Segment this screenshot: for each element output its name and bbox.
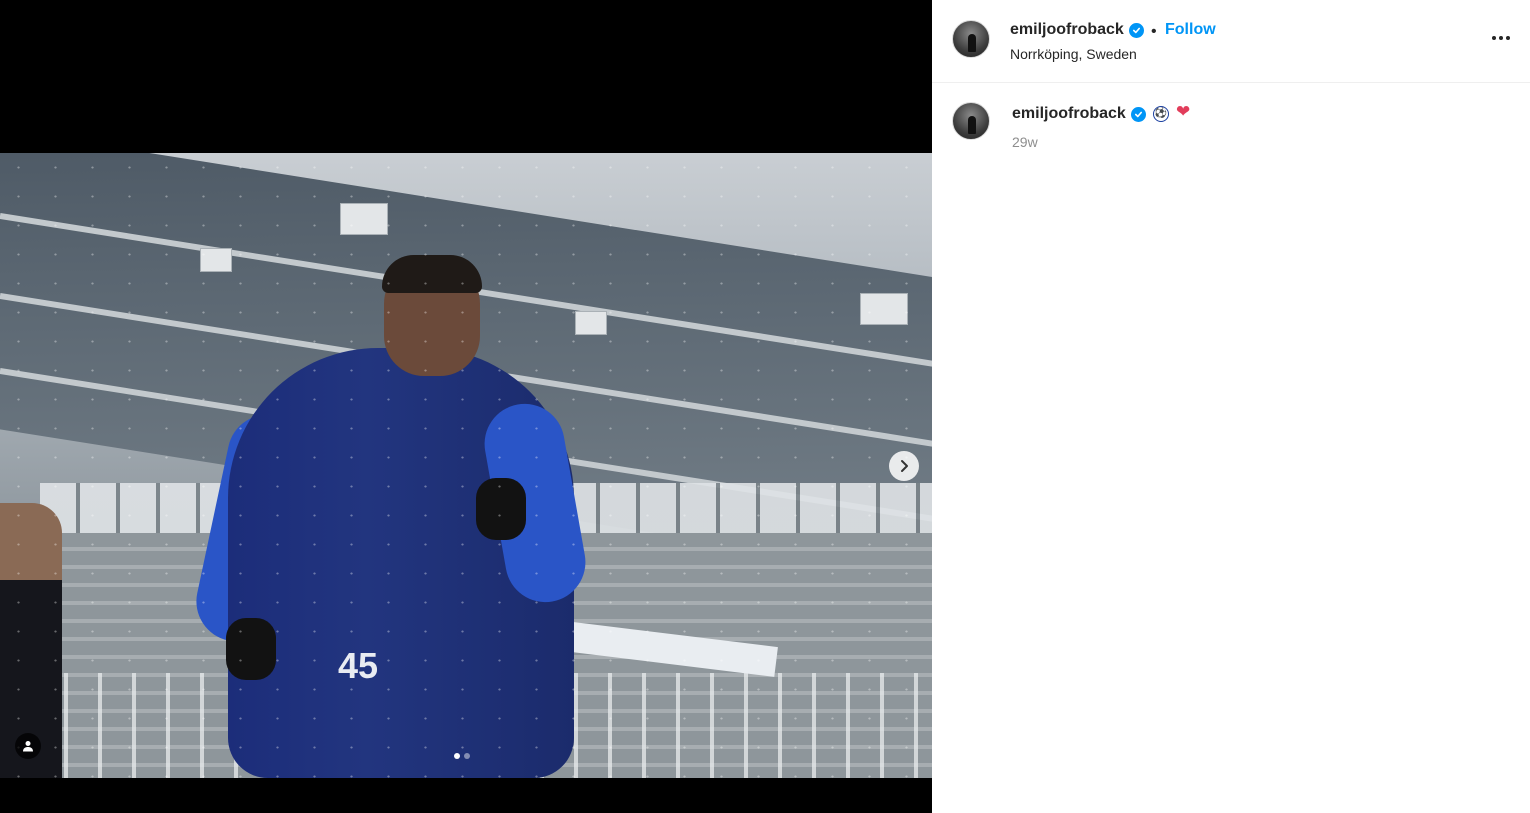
verified-badge-icon (1129, 23, 1144, 38)
carousel-indicators (454, 753, 470, 759)
post-location[interactable]: Norrköping, Sweden (1010, 46, 1137, 62)
more-options-icon (1499, 36, 1503, 40)
user-tag-icon (23, 741, 33, 752)
post-timestamp[interactable]: 29w (1012, 134, 1038, 150)
more-options-icon (1492, 36, 1496, 40)
post-author-username[interactable]: emiljoofroback (1010, 21, 1124, 39)
more-options-button[interactable] (1487, 26, 1515, 50)
verified-badge-icon (1131, 107, 1146, 122)
chevron-right-icon (901, 460, 908, 472)
user-tag-button[interactable] (15, 733, 41, 759)
heart-emoji: ❤ (1176, 102, 1191, 121)
post-side-panel: emiljoofroback • Follow Norrköping, Swed… (932, 0, 1530, 813)
separator-dot: • (1151, 23, 1157, 40)
post-media-panel: 45 (0, 0, 932, 813)
avatar[interactable] (952, 20, 990, 58)
more-options-icon (1506, 36, 1510, 40)
snow-overlay (0, 153, 932, 778)
carousel-dot (464, 753, 470, 759)
caption-avatar[interactable] (952, 102, 990, 140)
soccer-ball-emoji: ⚽ (1153, 106, 1169, 122)
post-photo[interactable]: 45 (0, 153, 932, 778)
next-image-button[interactable] (889, 451, 919, 481)
carousel-dot-active (454, 753, 460, 759)
post-header: emiljoofroback • Follow Norrköping, Swed… (932, 0, 1530, 83)
caption-username[interactable]: emiljoofroback (1012, 105, 1126, 123)
follow-button[interactable]: Follow (1165, 21, 1216, 39)
